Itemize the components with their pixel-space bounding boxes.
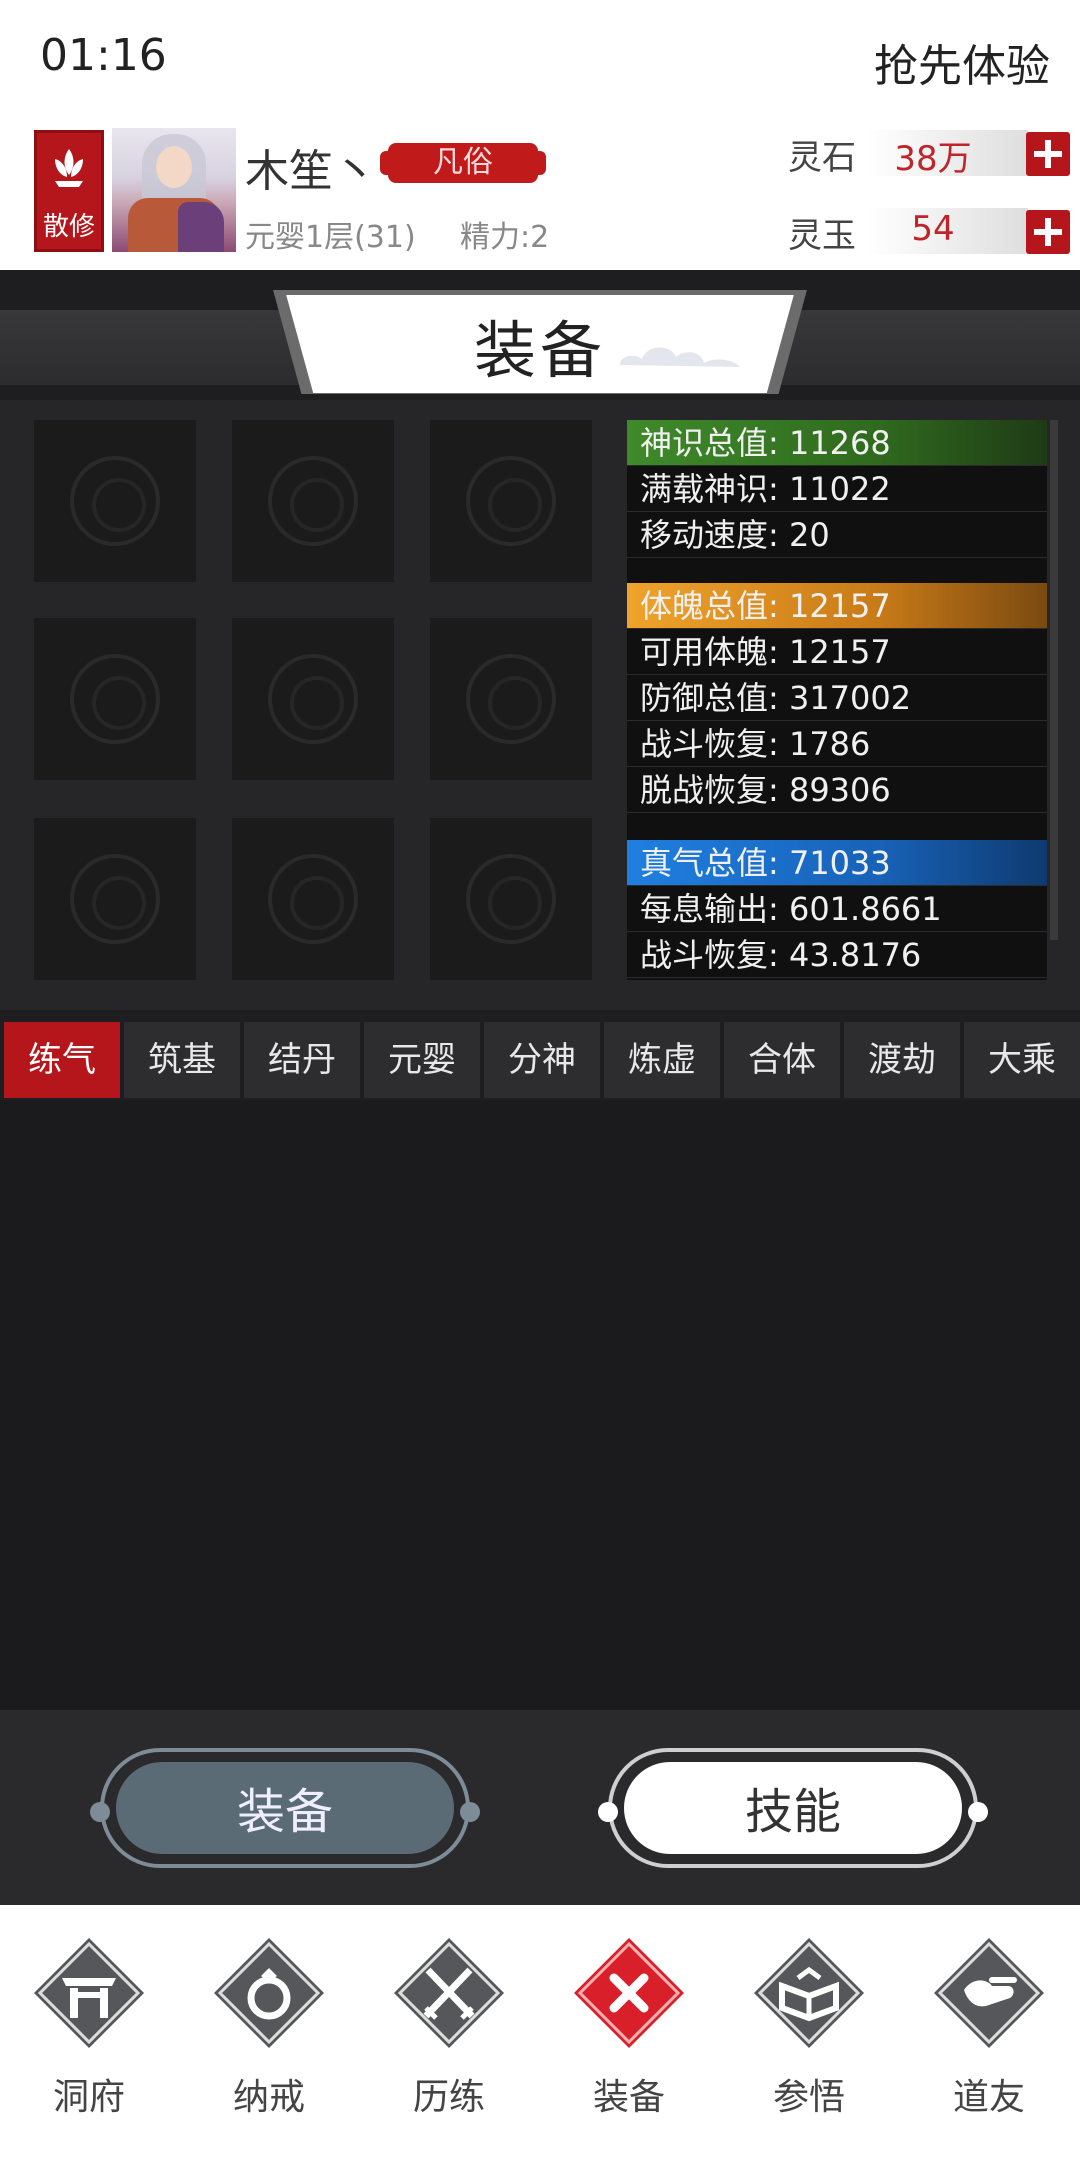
spirit-jade-value: 54 [911, 209, 955, 249]
early-access-label[interactable]: 抢先体验 [874, 30, 1050, 94]
equipment-slot[interactable] [34, 618, 196, 780]
empty-slot-emblem-icon [70, 654, 160, 744]
nav-daoyou[interactable]: 道友 [914, 1930, 1064, 2130]
avatar[interactable] [112, 128, 236, 252]
nav-label: 纳戒 [232, 2077, 305, 2118]
spirit-stone-value: 38万 [894, 139, 972, 179]
equipment-slot[interactable] [430, 818, 592, 980]
nav-lilian[interactable]: 历练 [374, 1930, 524, 2130]
stat-row: 可用体魄: 12157 [627, 629, 1047, 675]
stat-row: 每息输出: 601.8661 [627, 886, 1047, 932]
handshake-icon [934, 1938, 1044, 2048]
nav-label: 装备 [592, 2077, 665, 2118]
nav-label: 历练 [412, 2077, 485, 2118]
cave-gate-icon [34, 1938, 144, 2048]
empty-slot-emblem-icon [466, 854, 556, 944]
stat-row: 满载神识: 11022 [627, 466, 1047, 512]
energy-value: 精力:2 [460, 220, 550, 255]
empty-slot-emblem-icon [268, 654, 358, 744]
empty-slot-emblem-icon [268, 854, 358, 944]
equipment-slot[interactable] [232, 818, 394, 980]
crossed-swords-icon [394, 1938, 504, 2048]
stat-row: 神识总值: 11268 [627, 420, 1047, 466]
sect-badge-label: 散修 [42, 212, 95, 242]
stat-row: 防御总值: 317002 [627, 675, 1047, 721]
panel-title: 装备 [473, 314, 606, 387]
equipment-slot[interactable] [430, 420, 592, 582]
empty-slot-emblem-icon [466, 456, 556, 546]
stats-panel[interactable]: 神识总值: 11268 满载神识: 11022 移动速度: 20 体魄总值: 1… [627, 420, 1047, 980]
tab-dujie[interactable]: 渡劫 [844, 1022, 960, 1098]
tab-fenshen[interactable]: 分神 [484, 1022, 600, 1098]
stats-scrollbar[interactable] [1050, 420, 1058, 940]
stat-row: 战斗恢复: 1786 [627, 721, 1047, 767]
add-spirit-stone-button[interactable] [1026, 132, 1070, 176]
equipment-slot[interactable] [430, 618, 592, 780]
status-time: 01:16 [40, 30, 167, 81]
equip-switch-button[interactable]: 装备 [90, 1748, 480, 1868]
realm-tabs: 练气 筑基 结丹 元婴 分神 炼虚 合体 渡劫 大乘 [4, 1022, 1080, 1098]
nav-najie[interactable]: 纳戒 [194, 1930, 344, 2130]
skill-switch-label: 技能 [624, 1762, 962, 1854]
tab-dacheng[interactable]: 大乘 [964, 1022, 1080, 1098]
nav-label: 洞府 [52, 2077, 125, 2118]
tab-lianxu[interactable]: 炼虚 [604, 1022, 720, 1098]
sect-badge[interactable]: 散修 [34, 130, 104, 252]
equipment-slot[interactable] [232, 420, 394, 582]
nav-zhuangbei[interactable]: 装备 [554, 1930, 704, 2130]
empty-slot-emblem-icon [466, 654, 556, 744]
stat-row: 脱战恢复: 89306 [627, 767, 1047, 813]
tab-content-area [0, 1100, 1080, 1710]
empty-slot-emblem-icon [70, 854, 160, 944]
nav-dongfu[interactable]: 洞府 [14, 1930, 164, 2130]
ring-icon [214, 1938, 324, 2048]
add-spirit-jade-button[interactable] [1026, 210, 1070, 254]
close-icon [574, 1938, 684, 2048]
stat-row: 移动速度: 20 [627, 512, 1047, 558]
tab-jiedan[interactable]: 结丹 [244, 1022, 360, 1098]
stat-row: 战斗恢复: 43.8176 [627, 932, 1047, 978]
empty-slot-emblem-icon [70, 456, 160, 546]
tab-zhuji[interactable]: 筑基 [124, 1022, 240, 1098]
nav-canwu[interactable]: 参悟 [734, 1930, 884, 2130]
stat-row: 体魄总值: 12157 [627, 583, 1047, 629]
tab-heti[interactable]: 合体 [724, 1022, 840, 1098]
realm-level: 元婴1层(31) [245, 220, 416, 255]
lotus-icon [55, 149, 83, 187]
open-book-icon [754, 1938, 864, 2048]
player-name: 木笙丶 [245, 146, 377, 197]
empty-slot-emblem-icon [268, 456, 358, 546]
spirit-stone-label: 灵石 [788, 138, 856, 178]
nav-label: 道友 [952, 2077, 1025, 2118]
tab-lianqi[interactable]: 练气 [4, 1022, 120, 1098]
nav-label: 参悟 [772, 2077, 845, 2118]
equipment-slot[interactable] [34, 420, 196, 582]
stat-row: 真气总值: 71033 [627, 840, 1047, 886]
tab-yuanying[interactable]: 元婴 [364, 1022, 480, 1098]
equipment-slot[interactable] [34, 818, 196, 980]
rank-tag: 凡俗 [380, 143, 546, 183]
spirit-jade-label: 灵玉 [788, 216, 856, 256]
equipment-slot[interactable] [232, 618, 394, 780]
skill-switch-button[interactable]: 技能 [598, 1748, 988, 1868]
equip-switch-label: 装备 [116, 1762, 454, 1854]
